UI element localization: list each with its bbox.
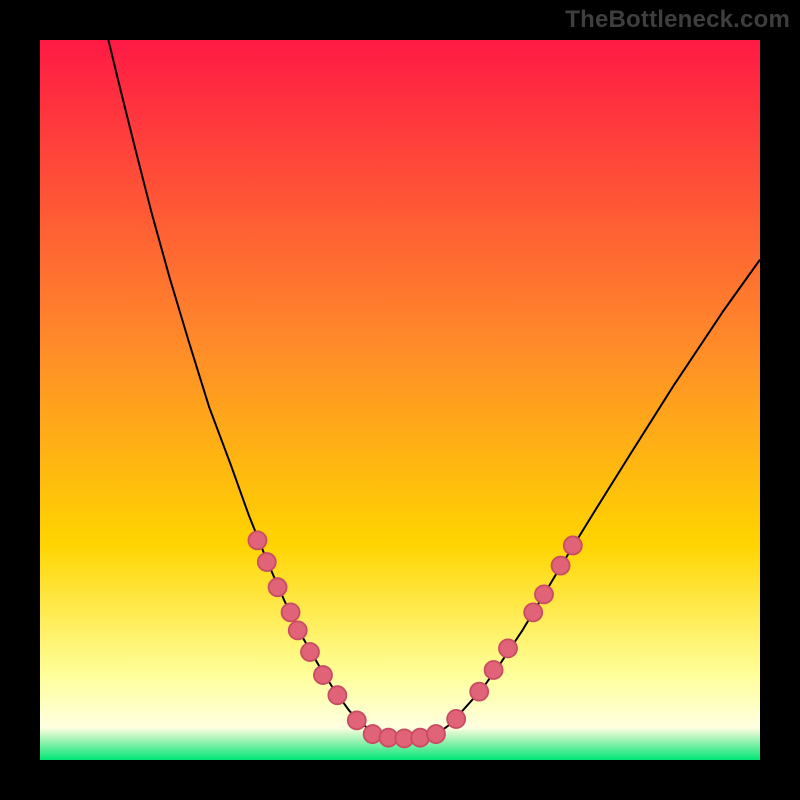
marker-bottom-3 bbox=[411, 729, 429, 747]
gradient-background bbox=[40, 40, 760, 760]
marker-left-4 bbox=[289, 621, 307, 639]
watermark-label: TheBottleneck.com bbox=[565, 6, 790, 34]
marker-bottom-0 bbox=[364, 725, 382, 743]
marker-bottom-4 bbox=[427, 725, 445, 743]
marker-right-2 bbox=[485, 661, 503, 679]
marker-right-4 bbox=[524, 603, 542, 621]
marker-right-5 bbox=[535, 585, 553, 603]
plot-area bbox=[40, 40, 760, 760]
marker-left-8 bbox=[348, 711, 366, 729]
marker-right-7 bbox=[564, 536, 582, 554]
marker-left-0 bbox=[248, 531, 266, 549]
marker-left-6 bbox=[314, 666, 332, 684]
marker-right-0 bbox=[447, 710, 465, 728]
app-frame: TheBottleneck.com bbox=[0, 0, 800, 800]
marker-left-5 bbox=[301, 643, 319, 661]
marker-left-3 bbox=[282, 603, 300, 621]
marker-left-2 bbox=[269, 578, 287, 596]
marker-right-3 bbox=[499, 639, 517, 657]
marker-left-7 bbox=[328, 686, 346, 704]
bottleneck-chart bbox=[40, 40, 760, 760]
marker-left-1 bbox=[258, 553, 276, 571]
marker-right-1 bbox=[470, 683, 488, 701]
marker-right-6 bbox=[552, 557, 570, 575]
